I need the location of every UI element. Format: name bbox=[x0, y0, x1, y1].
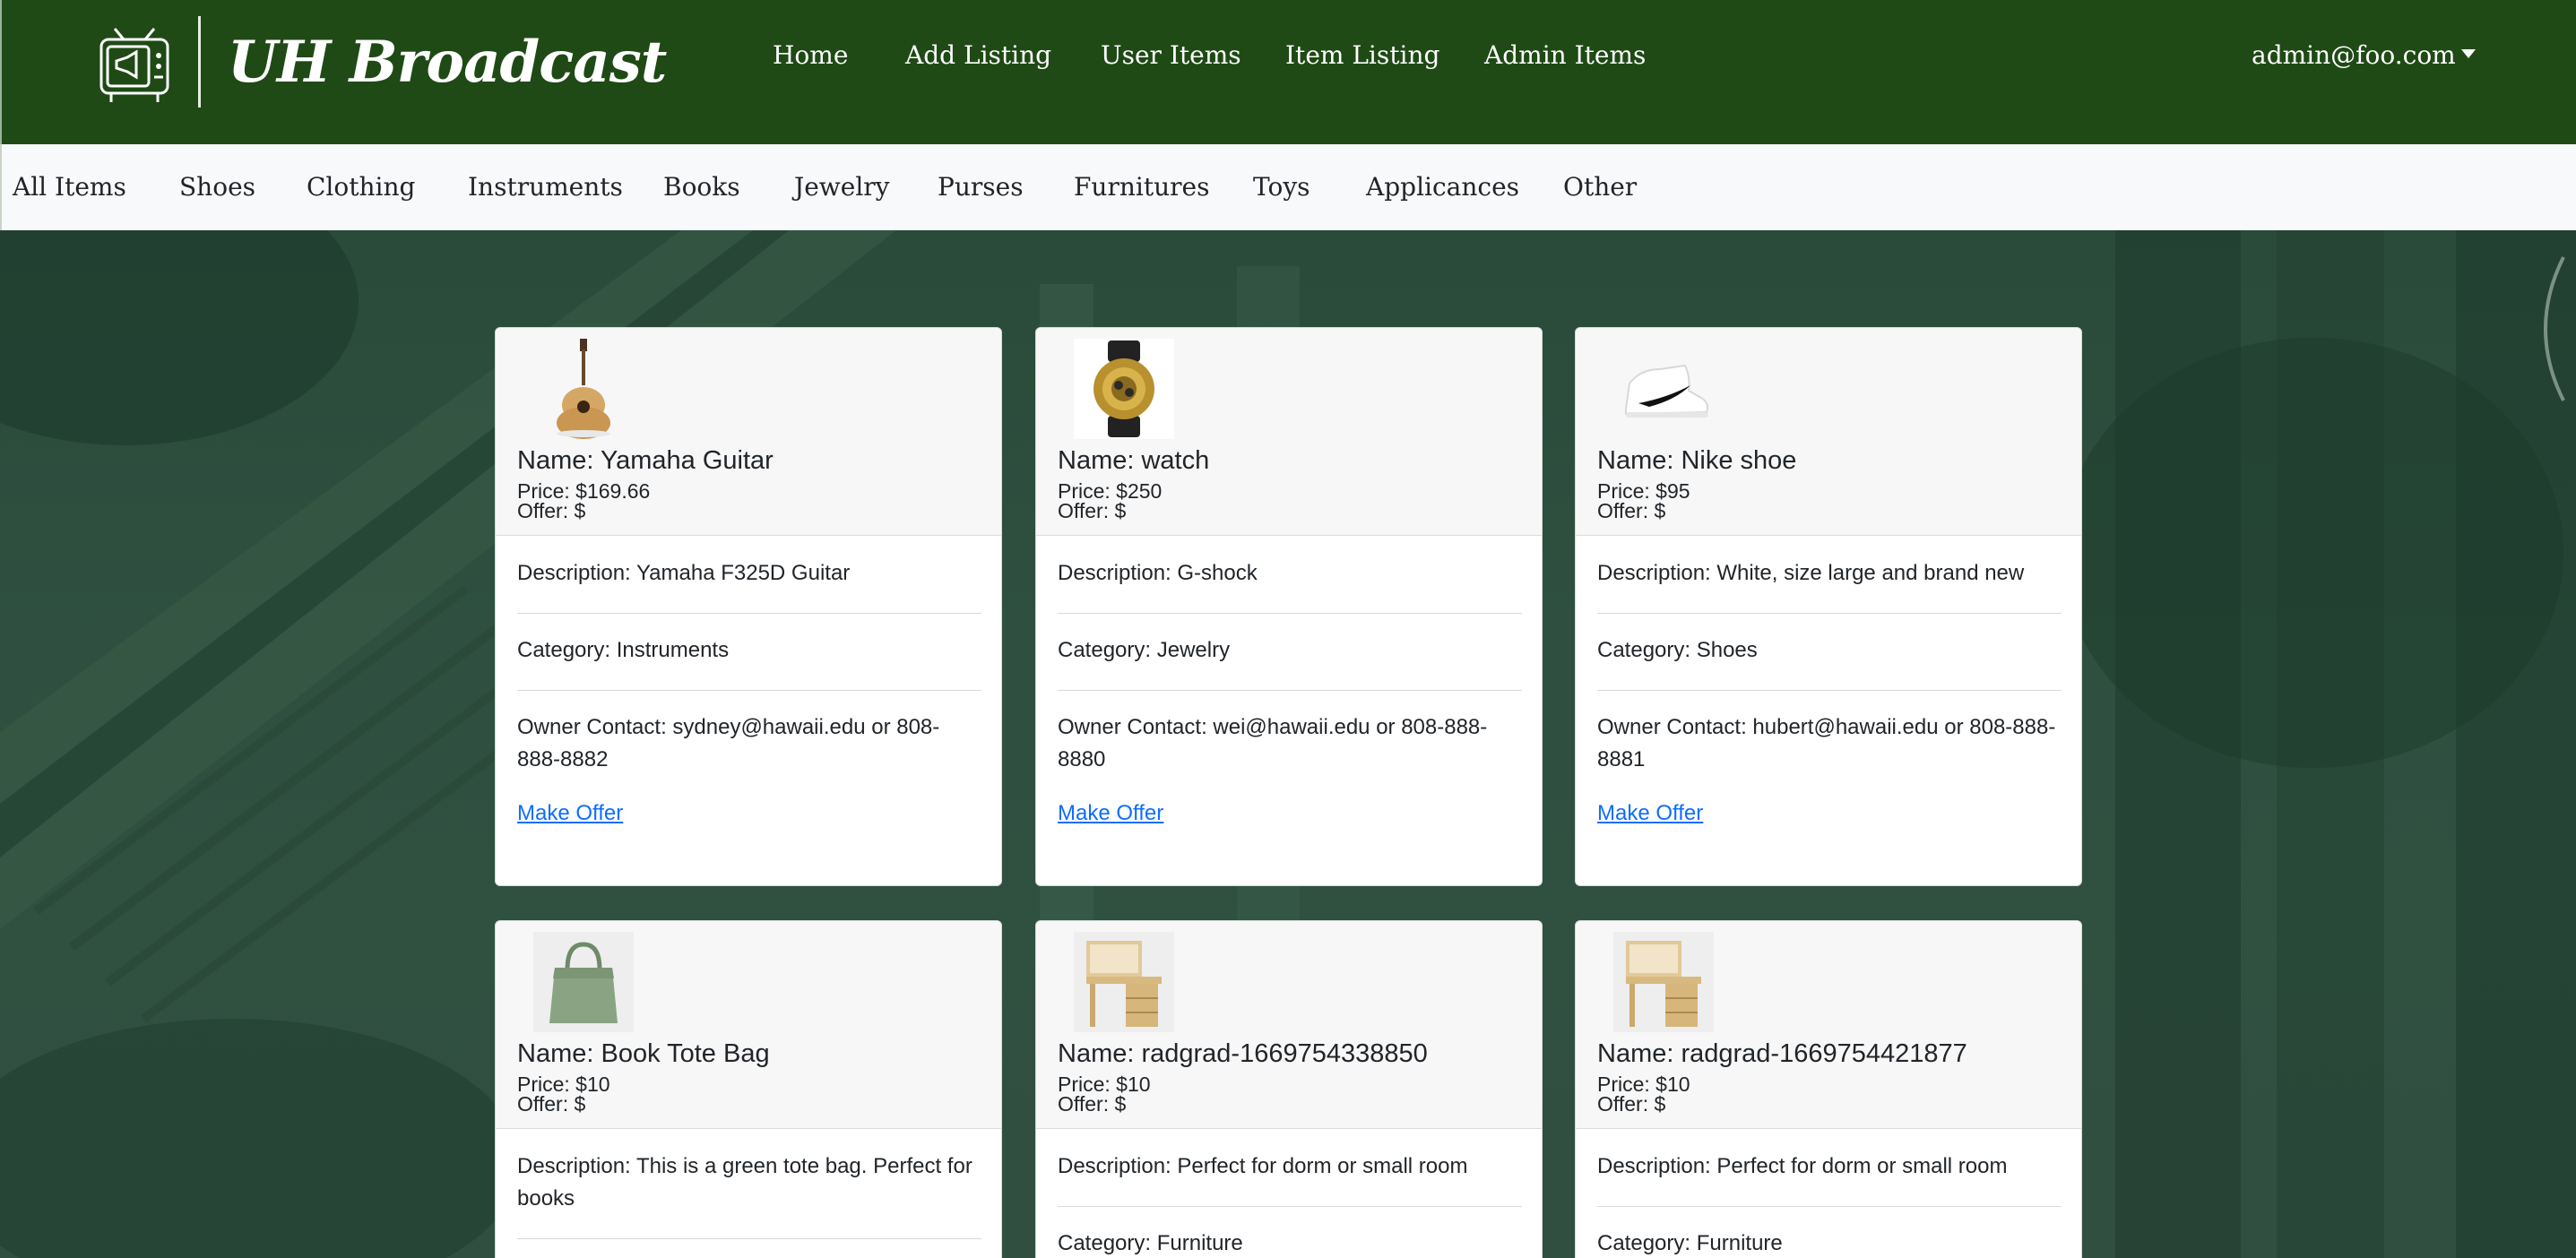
category-bar: All Items Shoes Clothing Instruments Boo… bbox=[0, 144, 2576, 230]
card-header: Name: Book Tote Bag Price: $10 Offer: $ bbox=[496, 921, 1001, 1129]
desk-image bbox=[1074, 932, 1174, 1032]
item-description: Description: Yamaha F325D Guitar bbox=[517, 561, 851, 585]
divider bbox=[1058, 613, 1522, 614]
category-purses[interactable]: Purses bbox=[938, 166, 1024, 209]
make-offer-link[interactable]: Make Offer bbox=[1597, 797, 1703, 830]
category-clothing[interactable]: Clothing bbox=[307, 166, 415, 209]
item-description: Description: G-shock bbox=[1058, 561, 1258, 585]
tote-bag-image bbox=[533, 932, 634, 1032]
item-card: Name: Nike shoe Price: $95 Offer: $ Desc… bbox=[1575, 327, 2082, 886]
desk-image bbox=[1613, 932, 1714, 1032]
make-offer-link[interactable]: Make Offer bbox=[1058, 797, 1163, 830]
item-description: Description: Perfect for dorm or small r… bbox=[1058, 1154, 1468, 1178]
card-header: Name: watch Price: $250 Offer: $ bbox=[1036, 328, 1542, 536]
item-card: Name: Book Tote Bag Price: $10 Offer: $ … bbox=[495, 920, 1002, 1258]
item-offer: Offer: $ bbox=[1597, 499, 1666, 522]
item-name: Name: Nike shoe bbox=[1597, 446, 1797, 475]
top-navbar: UH Broadcast Home Add Listing User Items… bbox=[0, 0, 2576, 144]
category-jewelry[interactable]: Jewelry bbox=[794, 166, 890, 209]
card-header: Name: radgrad-1669754421877 Price: $10 O… bbox=[1576, 921, 2081, 1129]
divider bbox=[1597, 690, 2062, 691]
divider bbox=[1058, 690, 1522, 691]
nav-user-items[interactable]: User Items bbox=[1101, 34, 1241, 77]
item-card: Name: radgrad-1669754421877 Price: $10 O… bbox=[1575, 920, 2082, 1258]
category-all-items[interactable]: All Items bbox=[13, 166, 126, 209]
item-card: Name: watch Price: $250 Offer: $ Descrip… bbox=[1035, 327, 1543, 886]
category-applicances[interactable]: Applicances bbox=[1366, 166, 1519, 209]
item-name: Name: watch bbox=[1058, 446, 1210, 475]
category-books[interactable]: Books bbox=[663, 166, 740, 209]
divider bbox=[1058, 1206, 1522, 1207]
item-category: Category: Instruments bbox=[517, 638, 730, 662]
card-header: Name: Nike shoe Price: $95 Offer: $ bbox=[1576, 328, 2081, 536]
category-shoes[interactable]: Shoes bbox=[179, 166, 255, 209]
nav-add-listing[interactable]: Add Listing bbox=[905, 34, 1051, 77]
divider bbox=[517, 613, 981, 614]
nav-admin-items[interactable]: Admin Items bbox=[1484, 34, 1646, 77]
item-description: Description: White, size large and brand… bbox=[1597, 561, 2025, 585]
divider bbox=[517, 690, 981, 691]
item-category: Category: Furniture bbox=[1058, 1231, 1243, 1255]
category-toys[interactable]: Toys bbox=[1253, 166, 1310, 209]
category-instruments[interactable]: Instruments bbox=[468, 166, 623, 209]
logo-divider bbox=[198, 16, 201, 108]
item-description: Description: This is a green tote bag. P… bbox=[517, 1154, 972, 1211]
item-card: Name: Yamaha Guitar Price: $169.66 Offer… bbox=[495, 327, 1002, 886]
sneaker-image bbox=[1613, 339, 1714, 439]
item-name: Name: Book Tote Bag bbox=[517, 1039, 770, 1068]
tv-broadcast-logo-icon[interactable] bbox=[99, 27, 170, 104]
item-owner-contact: Owner Contact: sydney@hawaii.edu or 808-… bbox=[517, 715, 940, 771]
item-offer: Offer: $ bbox=[517, 1092, 586, 1116]
item-offer: Offer: $ bbox=[1058, 1092, 1127, 1116]
guitar-image bbox=[557, 339, 610, 439]
nav-item-listing[interactable]: Item Listing bbox=[1285, 34, 1439, 77]
item-category: Category: Jewelry bbox=[1058, 638, 1231, 662]
user-dropdown[interactable]: admin@foo.com bbox=[2252, 34, 2476, 77]
item-owner-contact: Owner Contact: hubert@hawaii.edu or 808-… bbox=[1597, 715, 2056, 771]
card-header: Name: Yamaha Guitar Price: $169.66 Offer… bbox=[496, 328, 1001, 536]
category-furnitures[interactable]: Furnitures bbox=[1074, 166, 1209, 209]
divider bbox=[517, 1238, 981, 1239]
item-offer: Offer: $ bbox=[1058, 499, 1127, 522]
item-name: Name: Yamaha Guitar bbox=[517, 446, 774, 475]
category-other[interactable]: Other bbox=[1563, 166, 1637, 209]
divider bbox=[1597, 1206, 2062, 1207]
item-category: Category: Shoes bbox=[1597, 638, 1758, 662]
card-header: Name: radgrad-1669754338850 Price: $10 O… bbox=[1036, 921, 1542, 1129]
item-name: Name: radgrad-1669754421877 bbox=[1597, 1039, 1967, 1068]
make-offer-link[interactable]: Make Offer bbox=[517, 797, 623, 830]
item-owner-contact: Owner Contact: wei@hawaii.edu or 808-888… bbox=[1058, 715, 1488, 771]
user-email: admin@foo.com bbox=[2252, 40, 2456, 70]
caret-down-icon bbox=[2460, 48, 2476, 58]
nav-home[interactable]: Home bbox=[773, 34, 848, 77]
item-card: Name: radgrad-1669754338850 Price: $10 O… bbox=[1035, 920, 1543, 1258]
item-offer: Offer: $ bbox=[517, 499, 586, 522]
divider bbox=[1597, 613, 2062, 614]
watch-image bbox=[1074, 339, 1174, 439]
item-name: Name: radgrad-1669754338850 bbox=[1058, 1039, 1428, 1068]
item-description: Description: Perfect for dorm or small r… bbox=[1597, 1154, 2008, 1178]
item-category: Category: Furniture bbox=[1597, 1231, 1783, 1255]
brand-title[interactable]: UH Broadcast bbox=[228, 18, 667, 108]
item-offer: Offer: $ bbox=[1597, 1092, 1666, 1116]
